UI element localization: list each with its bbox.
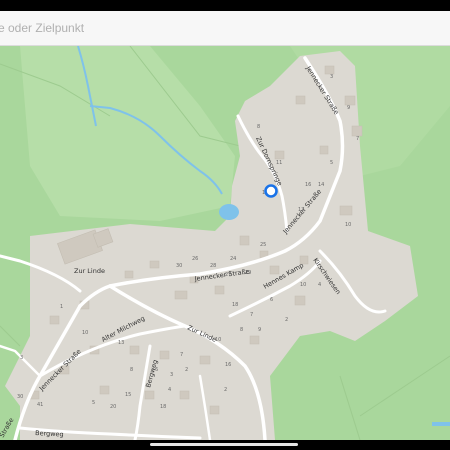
- building: [274, 150, 285, 160]
- house-number: 4: [318, 282, 321, 288]
- house-number: 8: [130, 367, 133, 373]
- house-number: 25: [260, 242, 266, 248]
- building: [351, 125, 363, 137]
- pond: [219, 204, 239, 220]
- building: [249, 335, 260, 345]
- house-number: 7: [180, 352, 183, 358]
- building: [49, 315, 60, 325]
- building: [339, 205, 353, 216]
- location-pin-icon[interactable]: [264, 184, 278, 198]
- house-number: 8: [240, 327, 243, 333]
- house-number: 2: [185, 367, 188, 373]
- house-number: 9: [347, 105, 350, 111]
- building: [159, 350, 170, 360]
- house-number: 18: [160, 404, 166, 410]
- house-number: 13: [118, 340, 124, 346]
- house-number: 30: [17, 394, 23, 400]
- house-number: 16: [225, 362, 231, 368]
- building: [295, 95, 306, 105]
- building: [174, 290, 188, 300]
- house-number: 30: [176, 263, 182, 269]
- house-number: 29: [245, 270, 251, 276]
- house-number: 9: [258, 327, 261, 333]
- house-number: 2: [224, 387, 227, 393]
- house-number: 4: [168, 387, 171, 393]
- house-number: 14: [318, 182, 324, 188]
- house-number: 5: [92, 400, 95, 406]
- building: [199, 355, 211, 365]
- house-number: 10: [215, 337, 221, 343]
- building: [179, 390, 190, 400]
- house-number: 20: [110, 404, 116, 410]
- home-indicator[interactable]: [150, 443, 298, 446]
- house-number: 1: [60, 304, 63, 310]
- map-screen: Zur Linde Jennecker Straße Hennes Kamp K…: [0, 0, 450, 450]
- building: [209, 405, 220, 415]
- house-number: 16: [305, 182, 311, 188]
- house-number: 3: [170, 372, 173, 378]
- building: [344, 95, 356, 106]
- map-canvas[interactable]: Zur Linde Jennecker Straße Hennes Kamp K…: [0, 46, 450, 440]
- water-area: [432, 422, 450, 426]
- house-number: 3: [330, 74, 333, 80]
- map-view[interactable]: Zur Linde Jennecker Straße Hennes Kamp K…: [0, 46, 450, 440]
- building: [149, 260, 160, 269]
- house-number: 6: [270, 297, 273, 303]
- house-number: 12: [298, 207, 304, 213]
- building: [99, 385, 110, 395]
- status-bar: [0, 0, 450, 11]
- house-number: 10: [345, 222, 351, 228]
- house-number: 7: [250, 312, 253, 318]
- house-number: 3: [20, 355, 23, 361]
- house-number: 24: [230, 256, 236, 262]
- house-number: 11: [276, 160, 282, 166]
- building: [324, 65, 335, 75]
- search-input[interactable]: [0, 11, 440, 45]
- building: [269, 265, 280, 275]
- building: [294, 295, 306, 306]
- building: [214, 285, 225, 295]
- building: [319, 145, 329, 155]
- building: [144, 390, 155, 400]
- house-number: 26: [192, 256, 198, 262]
- house-number: 6: [155, 367, 158, 373]
- house-number: 18: [232, 302, 238, 308]
- house-number: 10: [82, 330, 88, 336]
- house-number: 41: [37, 402, 43, 408]
- building: [239, 235, 250, 246]
- house-number: 15: [125, 392, 131, 398]
- street-label: Zur Linde: [74, 267, 105, 275]
- house-number: 27: [225, 272, 231, 278]
- house-number: 10: [300, 282, 306, 288]
- search-bar: [0, 11, 450, 46]
- house-number: 8: [257, 124, 260, 130]
- building: [124, 270, 134, 279]
- house-number: 5: [330, 160, 333, 166]
- house-number: 28: [210, 263, 216, 269]
- house-number: 7: [356, 136, 359, 142]
- building: [129, 345, 140, 355]
- street-label: Bergweg: [35, 429, 64, 438]
- house-number: 2: [285, 317, 288, 323]
